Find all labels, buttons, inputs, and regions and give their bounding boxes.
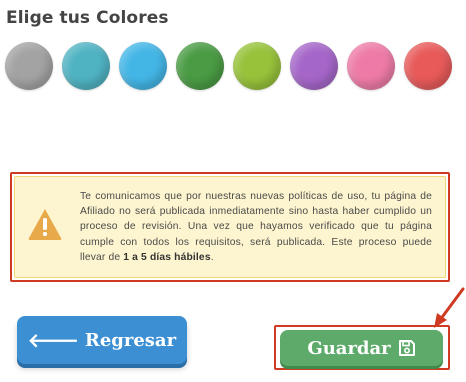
review-duration: 1 a 5 días hábiles [123, 251, 211, 263]
color-swatch-purple[interactable] [290, 42, 338, 90]
save-button[interactable]: Guardar [280, 330, 443, 366]
floppy-disk-icon [398, 340, 415, 356]
color-swatch-lime[interactable] [233, 42, 281, 90]
color-swatch-pink[interactable] [347, 42, 395, 90]
warning-message: Te comunicamos que por nuestras nuevas p… [80, 191, 432, 263]
color-swatch-teal[interactable] [62, 42, 110, 90]
color-swatch-gray[interactable] [5, 42, 53, 90]
arrow-left-icon: 🡐 [27, 329, 79, 352]
back-button[interactable]: 🡐 Regresar [17, 316, 187, 364]
color-swatch-sky[interactable] [119, 42, 167, 90]
page-title: Elige tus Colores [6, 8, 169, 28]
annotation-arrow-icon [434, 287, 465, 328]
color-swatch-list [5, 42, 465, 90]
back-button-label: Regresar [84, 329, 177, 351]
save-button-label: Guardar [307, 337, 391, 359]
color-swatch-red[interactable] [404, 42, 452, 90]
color-swatch-green[interactable] [176, 42, 224, 90]
warning-triangle-icon [28, 209, 62, 240]
